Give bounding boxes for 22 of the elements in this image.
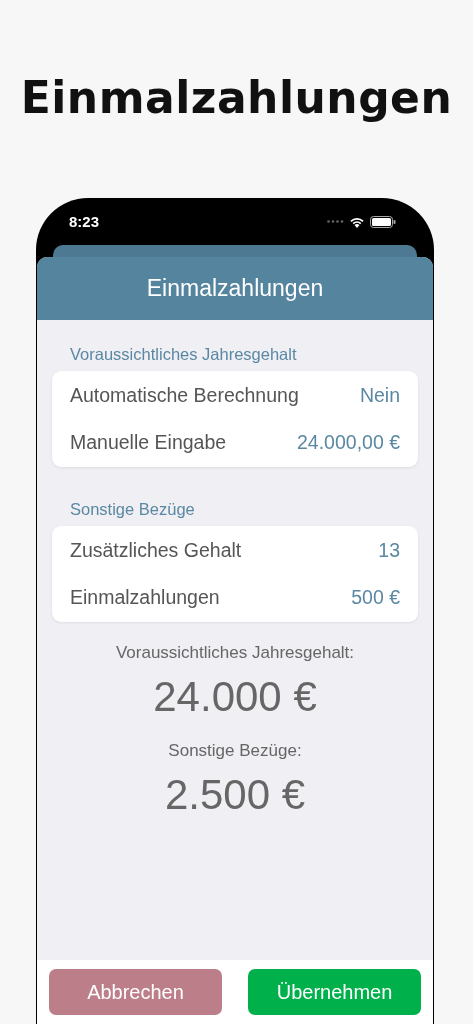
confirm-button[interactable]: Übernehmen <box>248 969 421 1015</box>
status-time: 8:23 <box>69 213 100 230</box>
summary-amount: 24.000 € <box>153 673 317 721</box>
sheet-title: Einmalzahlungen <box>146 275 324 302</box>
row-label: Manuelle Eingabe <box>70 431 227 454</box>
signal-icon <box>327 220 344 223</box>
section-header: Sonstige Bezüge <box>69 500 196 520</box>
row-value[interactable]: 500 € <box>351 586 400 609</box>
summary-amount: 2.500 € <box>164 771 306 819</box>
summary-label: Sonstige Bezüge: <box>168 741 302 761</box>
row-value[interactable]: 13 <box>378 539 400 562</box>
battery-icon <box>370 215 396 228</box>
row-label: Automatische Berechnung <box>70 384 299 407</box>
cancel-button[interactable]: Abbrechen <box>49 969 222 1015</box>
page-headline: Einmalzahlungen <box>20 72 453 125</box>
row-label: Zusätzliches Gehalt <box>70 539 242 562</box>
row-value[interactable]: Nein <box>359 384 400 407</box>
summary-label: Voraussichtliches Jahresgehalt: <box>115 643 355 663</box>
section-header: Voraussichtliches Jahresgehalt <box>69 345 298 365</box>
row-label: Einmalzahlungen <box>70 586 220 609</box>
wifi-icon <box>349 215 365 228</box>
row-value[interactable]: 24.000,00 € <box>297 431 400 454</box>
